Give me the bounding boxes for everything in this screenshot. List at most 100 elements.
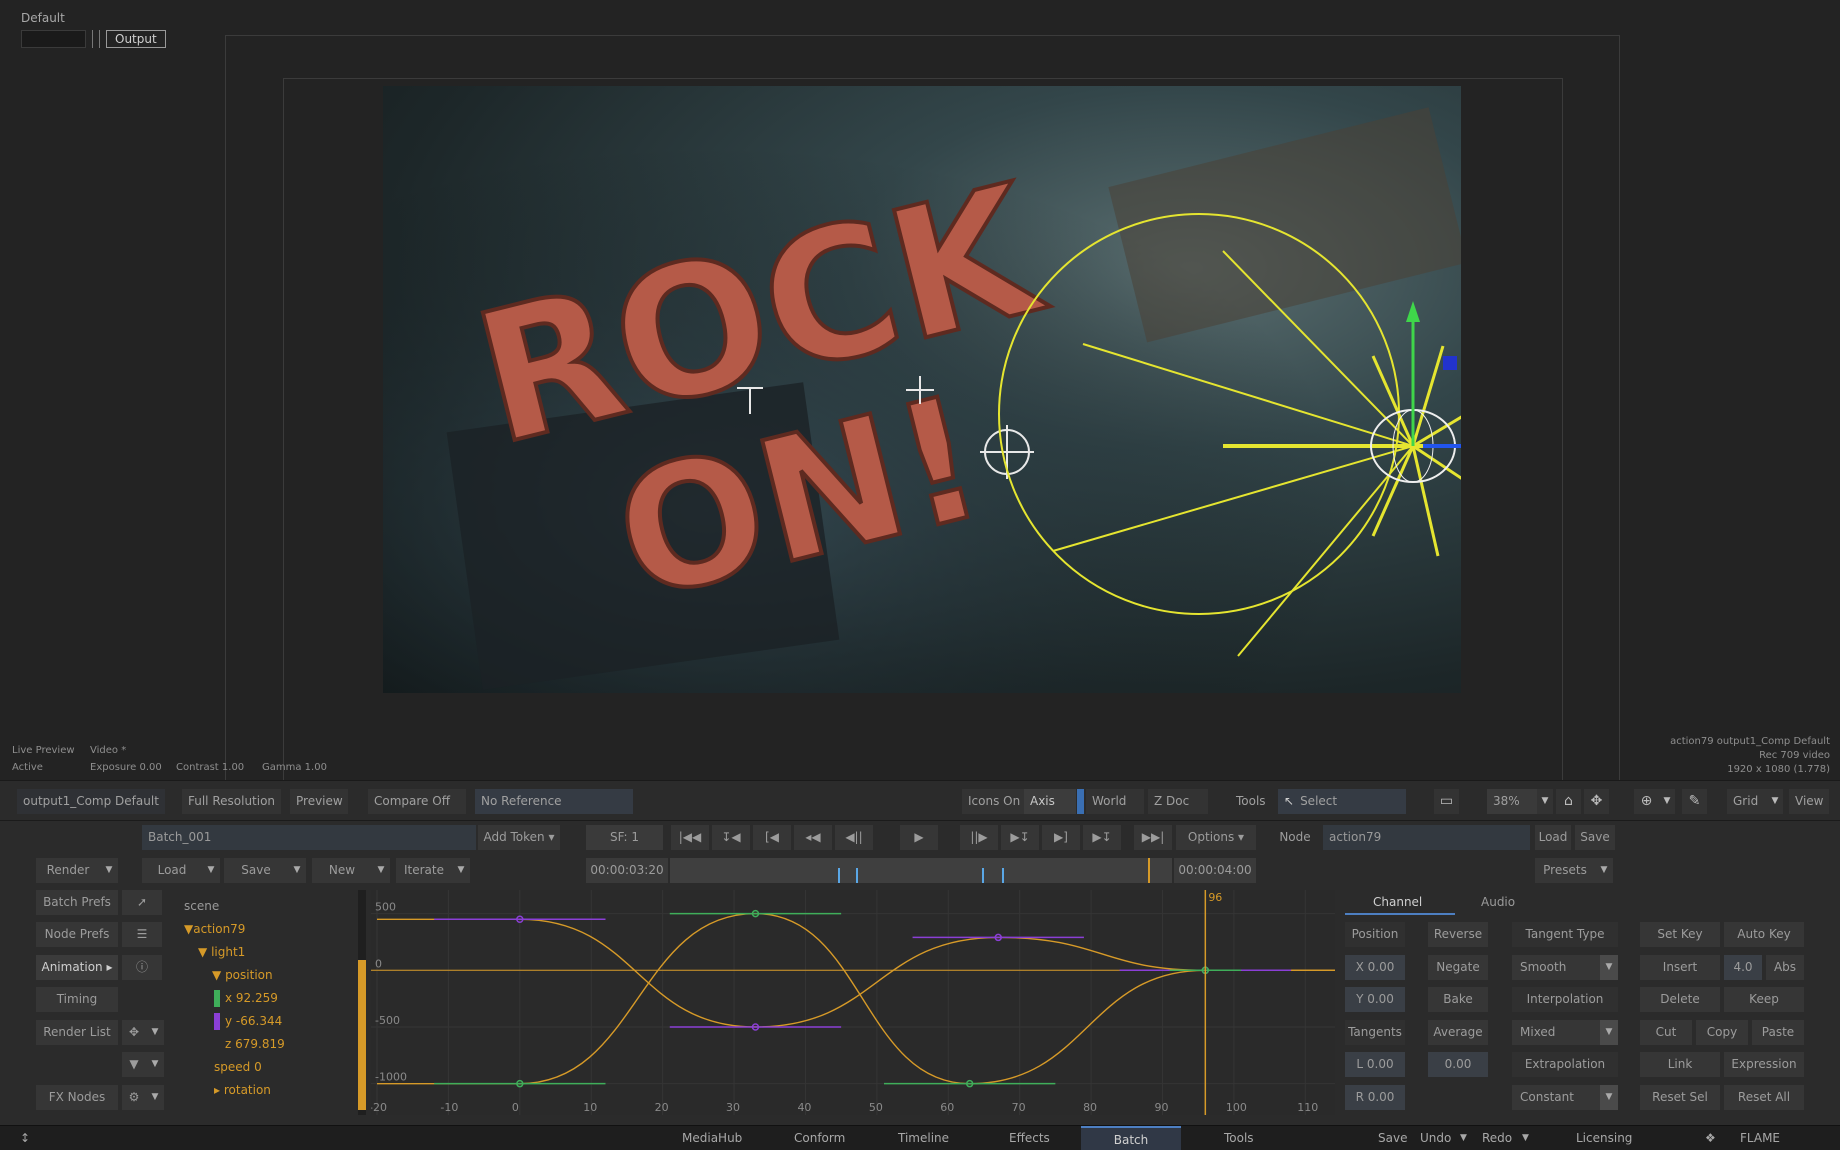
extrapolation-select[interactable]: Constant — [1512, 1085, 1600, 1110]
auto-key-button[interactable]: Auto Key — [1724, 922, 1804, 947]
tree-item-y[interactable]: y -66.344 — [214, 1011, 282, 1031]
node-save-button[interactable]: Save — [1575, 825, 1615, 850]
interpolation-caret-icon[interactable]: ▼ — [1600, 1020, 1618, 1045]
zoom-field[interactable]: 38% — [1487, 789, 1537, 814]
transform-icon[interactable]: ✥ — [122, 1020, 146, 1045]
play-icon[interactable]: ▶ — [900, 825, 938, 850]
presets-caret-icon[interactable]: ▼ — [1595, 858, 1613, 883]
tree-item-x[interactable]: x 92.259 — [214, 988, 278, 1008]
reset-selected-button[interactable]: Reset Sel — [1640, 1085, 1720, 1110]
tab-tools[interactable]: Tools — [1224, 1126, 1254, 1150]
filter-icon[interactable]: ▼ — [122, 1052, 146, 1077]
y-value-field[interactable]: Y 0.00 — [1345, 987, 1405, 1012]
preview-button[interactable]: Preview — [290, 789, 348, 814]
gear-icon[interactable]: ⚙ — [122, 1085, 146, 1110]
prev-mark-icon[interactable]: [◀ — [753, 825, 791, 850]
filter-caret-icon[interactable]: ▼ — [146, 1052, 164, 1077]
tree-item-light[interactable]: ▼ light1 — [198, 942, 245, 962]
tree-scrollbar[interactable] — [358, 890, 366, 1115]
transform-caret-icon[interactable]: ▼ — [146, 1020, 164, 1045]
iterate-caret-icon[interactable]: ▼ — [452, 858, 470, 883]
render-list-button[interactable]: Render List — [36, 1020, 118, 1045]
next-frame-key-icon[interactable]: ▶↧ — [1001, 825, 1039, 850]
tab-conform[interactable]: Conform — [794, 1126, 845, 1150]
batch-load-button[interactable]: Load — [142, 858, 202, 883]
full-resolution-button[interactable]: Full Resolution — [182, 789, 281, 814]
view-menu-button[interactable]: View — [1789, 789, 1829, 814]
tree-item-scene[interactable]: scene — [184, 896, 219, 916]
expression-button[interactable]: Expression — [1724, 1052, 1804, 1077]
interpolation-select[interactable]: Mixed — [1512, 1020, 1600, 1045]
negate-button[interactable]: Negate — [1428, 955, 1488, 980]
keep-button[interactable]: Keep — [1724, 987, 1804, 1012]
insert-value-field[interactable]: 4.0 — [1724, 955, 1762, 980]
tab-effects[interactable]: Effects — [1009, 1126, 1050, 1150]
batch-name-field[interactable]: Batch_001 — [142, 825, 476, 850]
prev-key-icon[interactable]: ↧◀ — [712, 825, 750, 850]
view-name-field[interactable]: output1_Comp Default — [17, 789, 165, 814]
next-key-icon[interactable]: ▶↧ — [1083, 825, 1121, 850]
viewer-viewport[interactable]: Default Output ROCK ON! Live Preview Vid… — [0, 0, 1840, 780]
scrubber-playhead[interactable] — [1148, 858, 1150, 883]
average-button[interactable]: Average — [1428, 1020, 1488, 1045]
tree-item-action[interactable]: ▼action79 — [184, 919, 245, 939]
fx-nodes-button[interactable]: FX Nodes — [36, 1085, 118, 1110]
select-tool-button[interactable]: ↖ Select — [1278, 789, 1406, 814]
iterate-button[interactable]: Iterate — [396, 858, 452, 883]
tab-batch[interactable]: Batch — [1081, 1126, 1181, 1150]
redo-caret-icon[interactable]: ▼ — [1522, 1126, 1529, 1150]
batch-save-button[interactable]: Save — [224, 858, 288, 883]
animation-button[interactable]: Animation ▸ — [36, 955, 118, 980]
prev-frame-key-icon[interactable]: ◂◀ — [794, 825, 832, 850]
tree-item-speed[interactable]: speed 0 — [214, 1057, 262, 1077]
r-tangent-field[interactable]: R 0.00 — [1345, 1085, 1405, 1110]
node-name-field[interactable]: action79 — [1323, 825, 1530, 850]
go-to-start-icon[interactable]: |◀◀ — [671, 825, 709, 850]
node-load-button[interactable]: Load — [1535, 825, 1571, 850]
reverse-button[interactable]: Reverse — [1428, 922, 1488, 947]
info-icon[interactable]: ⓘ — [122, 955, 162, 980]
go-to-end-icon[interactable]: ▶▶| — [1134, 825, 1172, 850]
tangent-type-caret-icon[interactable]: ▼ — [1600, 955, 1618, 980]
batch-save-caret-icon[interactable]: ▼ — [288, 858, 306, 883]
grid-dropdown-caret-icon[interactable]: ▼ — [1767, 789, 1783, 814]
licensing-button[interactable]: Licensing — [1576, 1126, 1632, 1150]
eyedropper-icon[interactable]: ✎ — [1682, 789, 1707, 814]
reset-all-button[interactable]: Reset All — [1724, 1085, 1804, 1110]
add-token-button[interactable]: Add Token ▾ — [478, 825, 560, 850]
timecode-out-field[interactable]: 00:00:04:00 — [1174, 858, 1256, 883]
next-mark-icon[interactable]: ▶] — [1042, 825, 1080, 850]
icons-on-button[interactable]: Icons On — [962, 789, 1024, 814]
home-icon[interactable]: ⌂ — [1556, 789, 1581, 814]
tree-item-position[interactable]: ▼ position — [212, 965, 273, 985]
timeline-scrubber[interactable] — [670, 858, 1172, 883]
tree-scrollbar-thumb[interactable] — [358, 960, 366, 1110]
render-button[interactable]: Render — [36, 858, 100, 883]
list-view-icon[interactable]: ☰ — [122, 922, 162, 947]
compare-button[interactable]: Compare Off — [368, 789, 466, 814]
status-undo-button[interactable]: Undo — [1420, 1126, 1451, 1150]
tangent-type-select[interactable]: Smooth — [1512, 955, 1600, 980]
batch-new-caret-icon[interactable]: ▼ — [372, 858, 390, 883]
tree-item-rotation[interactable]: ▸ rotation — [214, 1080, 271, 1100]
timing-button[interactable]: Timing — [36, 987, 118, 1012]
paste-button[interactable]: Paste — [1752, 1020, 1804, 1045]
animation-curve-graph[interactable]: -20 -10 0 10 20 30 40 50 60 70 80 90 100 110 500 0 -500 -… — [371, 890, 1335, 1115]
set-key-button[interactable]: Set Key — [1640, 922, 1720, 947]
batch-prefs-button[interactable]: Batch Prefs — [36, 890, 118, 915]
tree-item-z[interactable]: z 679.819 — [225, 1034, 285, 1054]
presets-button[interactable]: Presets — [1535, 858, 1595, 883]
delete-button[interactable]: Delete — [1640, 987, 1720, 1012]
copy-button[interactable]: Copy — [1696, 1020, 1748, 1045]
tab-audio[interactable]: Audio — [1481, 895, 1515, 909]
status-menu-icon[interactable]: ↕ — [20, 1126, 30, 1150]
insert-button[interactable]: Insert — [1640, 955, 1720, 980]
tab-channel[interactable]: Channel — [1373, 895, 1422, 909]
undo-caret-icon[interactable]: ▼ — [1460, 1126, 1467, 1150]
world-button[interactable]: World — [1086, 789, 1144, 814]
step-back-icon[interactable]: ◀|| — [835, 825, 873, 850]
zoom-dropdown-caret-icon[interactable]: ▼ — [1537, 789, 1553, 814]
status-redo-button[interactable]: Redo — [1482, 1126, 1512, 1150]
timecode-in-field[interactable]: 00:00:03:20 — [586, 858, 668, 883]
frame-counter-field[interactable]: SF: 1 — [586, 825, 663, 850]
